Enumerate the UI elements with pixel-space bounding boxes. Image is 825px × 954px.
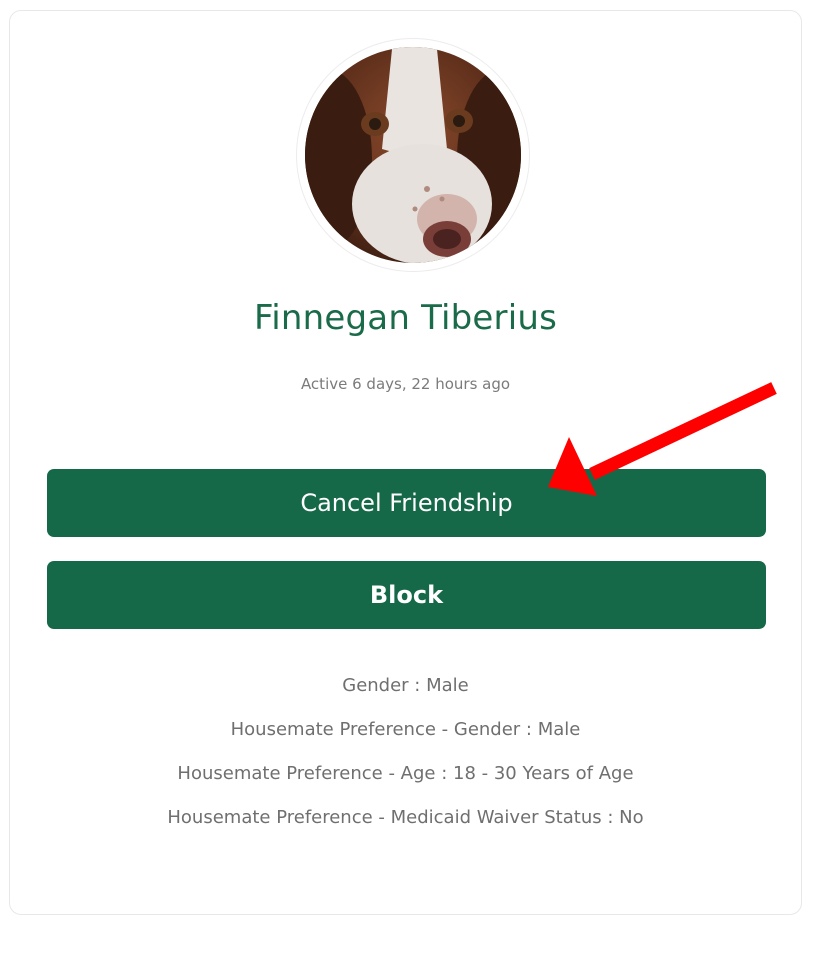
profile-details: Gender : Male Housemate Preference - Gen… [10,672,801,848]
detail-housemate-gender: Housemate Preference - Gender : Male [230,719,581,740]
profile-name: Finnegan Tiberius [253,298,558,338]
profile-avatar[interactable] [297,39,529,271]
profile-card: Finnegan Tiberius Active 6 days, 22 hour… [9,10,802,915]
block-button[interactable]: Block [47,561,766,629]
dog-photo [298,40,528,270]
detail-housemate-age: Housemate Preference - Age : 18 - 30 Yea… [177,763,634,784]
last-active-status: Active 6 days, 22 hours ago [300,375,511,393]
cancel-friendship-button[interactable]: Cancel Friendship [47,469,766,537]
detail-gender: Gender : Male [342,675,469,696]
detail-medicaid-waiver: Housemate Preference - Medicaid Waiver S… [167,807,644,828]
